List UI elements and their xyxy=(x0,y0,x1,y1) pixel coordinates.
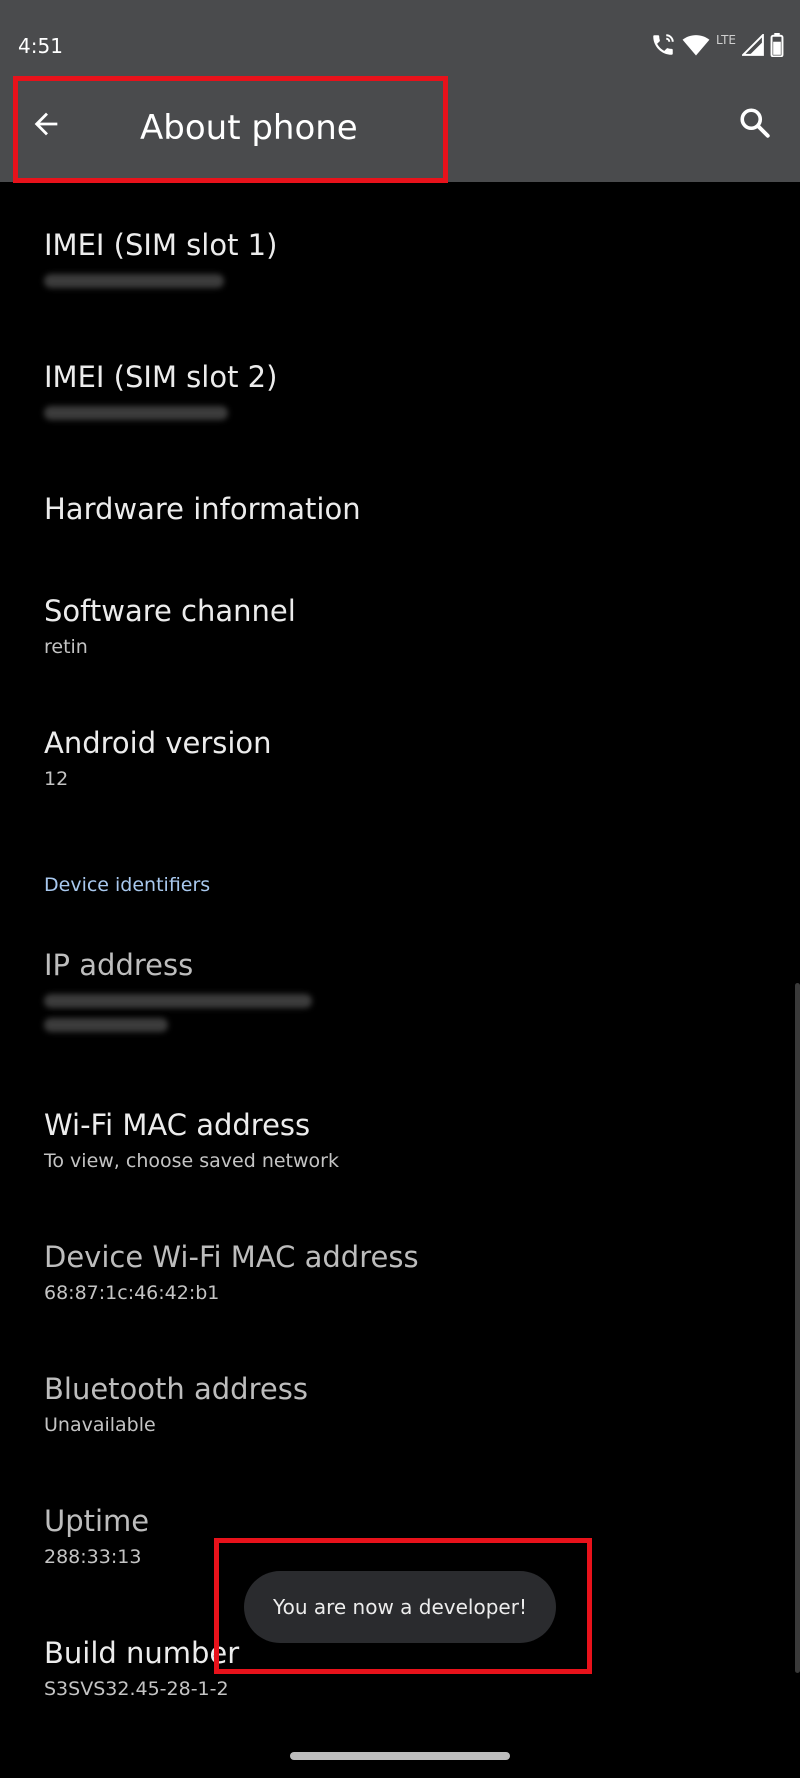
device-identifiers-header: Device identifiers xyxy=(44,874,211,896)
scrollbar[interactable] xyxy=(795,983,800,1673)
gesture-nav-handle[interactable] xyxy=(290,1752,510,1760)
status-icons: LTE xyxy=(650,30,784,60)
build-number-item[interactable]: Build number S3SVS32.45-28-1-2 xyxy=(44,1636,764,1700)
android-version-title: Android version xyxy=(44,726,272,760)
hardware-information-item[interactable]: Hardware information xyxy=(44,492,764,526)
software-channel-value: retin xyxy=(44,636,88,658)
imei-sim1-item[interactable]: IMEI (SIM slot 1) xyxy=(44,228,764,288)
android-version-item[interactable]: Android version 12 xyxy=(44,726,764,790)
uptime-item[interactable]: Uptime 288:33:13 xyxy=(44,1504,764,1568)
device-wifi-mac-item[interactable]: Device Wi-Fi MAC address 68:87:1c:46:42:… xyxy=(44,1240,764,1304)
bluetooth-address-value: Unavailable xyxy=(44,1414,156,1436)
search-icon xyxy=(737,105,773,145)
uptime-value: 288:33:13 xyxy=(44,1546,142,1568)
ip-address-value2-redacted xyxy=(44,1018,168,1032)
back-button[interactable] xyxy=(22,102,70,150)
wifi-calling-icon xyxy=(650,32,676,58)
network-type-label: LTE xyxy=(716,33,736,47)
imei-sim2-value-redacted xyxy=(44,406,228,420)
device-wifi-mac-title: Device Wi-Fi MAC address xyxy=(44,1240,419,1274)
device-wifi-mac-value: 68:87:1c:46:42:b1 xyxy=(44,1282,220,1304)
imei-sim2-item[interactable]: IMEI (SIM slot 2) xyxy=(44,360,764,420)
app-bar: About phone xyxy=(0,70,800,182)
wifi-mac-value: To view, choose saved network xyxy=(44,1150,339,1172)
android-version-value: 12 xyxy=(44,768,69,790)
battery-icon xyxy=(770,33,784,57)
signal-icon xyxy=(742,34,764,56)
wifi-mac-title: Wi-Fi MAC address xyxy=(44,1108,311,1142)
status-time: 4:51 xyxy=(18,34,63,58)
imei-sim1-title: IMEI (SIM slot 1) xyxy=(44,228,278,262)
imei-sim1-value-redacted xyxy=(44,274,224,288)
build-number-value: S3SVS32.45-28-1-2 xyxy=(44,1678,229,1700)
ip-address-item[interactable]: IP address xyxy=(44,948,764,1032)
developer-toast: You are now a developer! xyxy=(244,1571,556,1643)
imei-sim2-title: IMEI (SIM slot 2) xyxy=(44,360,278,394)
hardware-information-title: Hardware information xyxy=(44,492,361,526)
ip-address-title: IP address xyxy=(44,948,194,982)
bluetooth-address-item[interactable]: Bluetooth address Unavailable xyxy=(44,1372,764,1436)
uptime-title: Uptime xyxy=(44,1504,150,1538)
arrow-left-icon xyxy=(29,107,63,145)
page-title: About phone xyxy=(140,108,358,148)
wifi-mac-item[interactable]: Wi-Fi MAC address To view, choose saved … xyxy=(44,1108,764,1172)
search-button[interactable] xyxy=(730,100,780,150)
software-channel-item[interactable]: Software channel retin xyxy=(44,594,764,658)
software-channel-title: Software channel xyxy=(44,594,296,628)
wifi-icon xyxy=(682,33,710,57)
bluetooth-address-title: Bluetooth address xyxy=(44,1372,308,1406)
ip-address-value-redacted xyxy=(44,994,312,1008)
